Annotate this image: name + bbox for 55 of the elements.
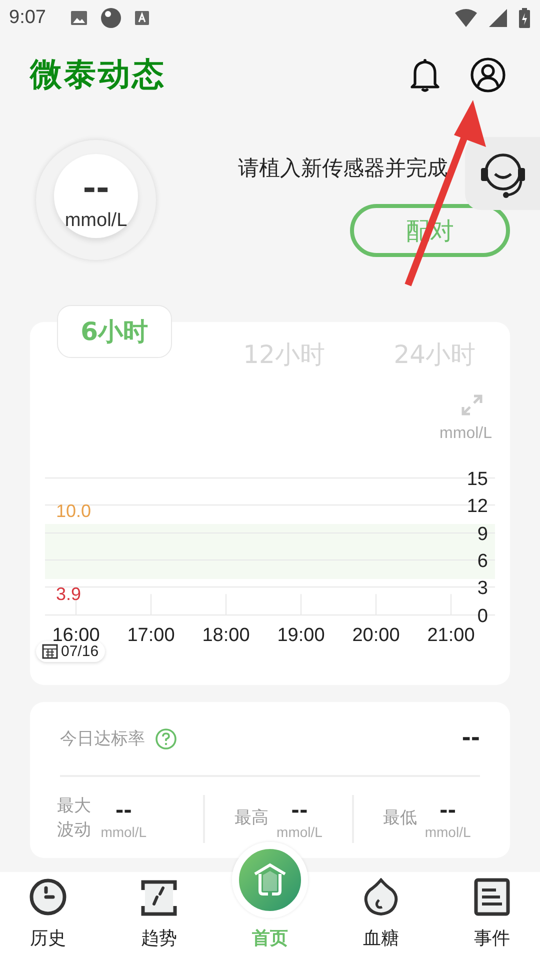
stat-label: 最高 bbox=[234, 806, 269, 830]
x-tick-label: 21:00 bbox=[427, 625, 475, 646]
y-tick-label: 15 bbox=[466, 469, 488, 490]
app-title: 微泰动态 bbox=[30, 54, 166, 95]
battery-icon bbox=[519, 8, 530, 28]
y-tick-label: 6 bbox=[477, 551, 488, 572]
nav-label: 历史 bbox=[30, 927, 66, 950]
rate-value: -- bbox=[462, 726, 480, 751]
stat-label: 最低 bbox=[382, 806, 417, 830]
x-tick-label: 18:00 bbox=[202, 625, 250, 646]
signal-icon bbox=[489, 9, 507, 27]
image-icon bbox=[70, 10, 88, 26]
nav-tab[interactable]: 血糖 bbox=[341, 872, 421, 960]
date-chip[interactable]: 07/16 bbox=[36, 641, 105, 662]
circle-icon bbox=[100, 7, 122, 29]
drop-icon bbox=[364, 878, 398, 916]
date-text: 07/16 bbox=[61, 643, 99, 660]
nav-label: 趋势 bbox=[141, 927, 177, 950]
stat-unit: mmol/L bbox=[276, 824, 322, 840]
list-icon bbox=[474, 878, 510, 916]
nav-label: 首页 bbox=[252, 927, 288, 950]
support-button[interactable] bbox=[465, 137, 540, 210]
nav-tab[interactable]: 历史 bbox=[8, 872, 88, 960]
stat-value: -- bbox=[440, 798, 456, 822]
nav-label: 事件 bbox=[474, 927, 510, 950]
trend-icon bbox=[141, 880, 177, 916]
nav-tab[interactable]: 趋势 bbox=[119, 872, 199, 960]
bell-icon[interactable] bbox=[408, 57, 442, 93]
x-tick-label: 17:00 bbox=[127, 625, 175, 646]
y-tick-label: 0 bbox=[477, 606, 488, 627]
y-tick-label: 3 bbox=[477, 578, 488, 599]
wifi-icon bbox=[455, 9, 477, 27]
stat-value: -- bbox=[115, 798, 132, 822]
house-icon bbox=[253, 863, 287, 897]
y-tick-label: 12 bbox=[466, 496, 488, 517]
stat-value: -- bbox=[291, 798, 308, 822]
status-time: 9:07 bbox=[9, 7, 46, 29]
calendar-icon bbox=[42, 644, 58, 659]
nav-label: 血糖 bbox=[363, 927, 399, 950]
profile-icon[interactable] bbox=[470, 57, 506, 93]
notice-message: 请植入新传感器并完成 bbox=[238, 155, 448, 182]
high-limit-label: 10.0 bbox=[56, 501, 92, 521]
y-tick-label: 9 bbox=[477, 524, 488, 545]
glucose-unit: mmol/L bbox=[64, 210, 128, 232]
x-tick-label: 19:00 bbox=[277, 625, 325, 646]
stat-unit: mmol/L bbox=[100, 824, 147, 840]
nav-tab[interactable]: 事件 bbox=[452, 872, 532, 960]
axis-unit: mmol/L bbox=[440, 425, 492, 443]
clock-icon bbox=[29, 878, 67, 916]
stat-unit: mmol/L bbox=[424, 824, 471, 840]
rate-label: 今日达标率 bbox=[60, 728, 145, 750]
x-tick-label: 20:00 bbox=[352, 625, 400, 646]
stat-label: 最大波动 bbox=[57, 795, 92, 842]
keyboard-icon bbox=[134, 10, 150, 26]
low-limit-label: 3.9 bbox=[56, 584, 82, 604]
